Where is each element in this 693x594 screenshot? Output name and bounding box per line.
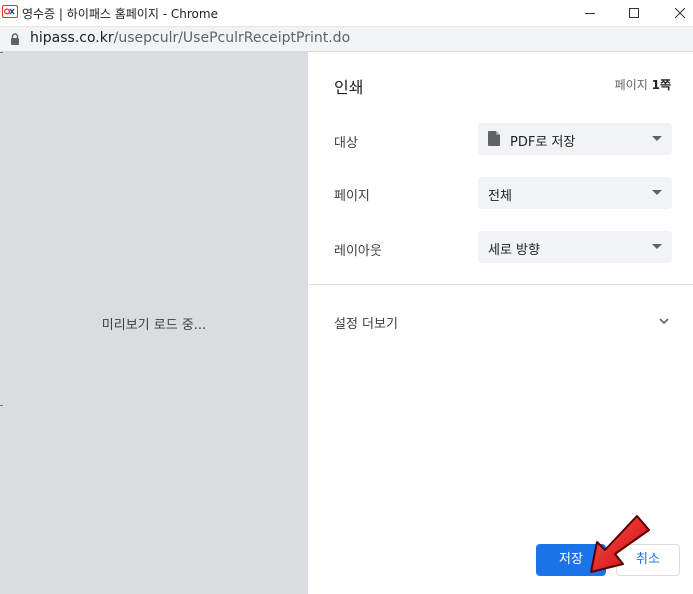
more-settings-toggle[interactable]: 설정 더보기 [308,285,693,361]
pages-value: 전체 [488,189,512,204]
edge-marker [0,52,3,53]
document-icon [488,131,500,146]
print-title: 인쇄 [334,78,364,97]
site-favicon-icon [2,5,18,18]
page-count-value: 1쪽 [651,78,671,92]
dropdown-caret-icon [652,136,662,141]
page-count-prefix: 페이지 [614,78,652,92]
pages-label: 페이지 [334,189,370,204]
window-titlebar: 영수증 | 하이패스 홈페이지 - Chrome [0,0,693,27]
url-text[interactable]: hipass.co.kr/usepculr/UsePculrReceiptPri… [30,30,350,46]
more-settings-label: 설정 더보기 [334,317,398,332]
dropdown-caret-icon [652,244,662,249]
dropdown-caret-icon [652,190,662,195]
print-preview-area: 미리보기 로드 중... [0,52,308,594]
destination-label: 대상 [334,136,358,151]
layout-value: 세로 방향 [488,243,540,258]
minimize-button[interactable] [567,0,613,26]
maximize-button[interactable] [611,0,657,26]
url-path: /usepculr/UsePculrReceiptPrint.do [113,30,351,46]
lock-icon [11,33,19,45]
address-bar[interactable]: hipass.co.kr/usepculr/UsePculrReceiptPri… [0,27,693,52]
window-title: 영수증 | 하이패스 홈페이지 - Chrome [22,7,218,21]
edge-marker [0,405,3,406]
red-arrow-annotation-icon [590,515,650,573]
layout-select[interactable]: 세로 방향 [478,231,672,263]
close-window-button[interactable] [657,0,693,26]
destination-value: PDF로 저장 [510,135,576,150]
preview-loading-text: 미리보기 로드 중... [101,318,207,333]
page-count: 페이지 1쪽 [615,76,671,93]
url-host: hipass.co.kr [30,30,114,46]
chevron-down-icon [659,318,669,325]
layout-label: 레이아웃 [334,244,382,259]
pages-select[interactable]: 전체 [478,177,672,209]
destination-select[interactable]: PDF로 저장 [478,123,672,155]
